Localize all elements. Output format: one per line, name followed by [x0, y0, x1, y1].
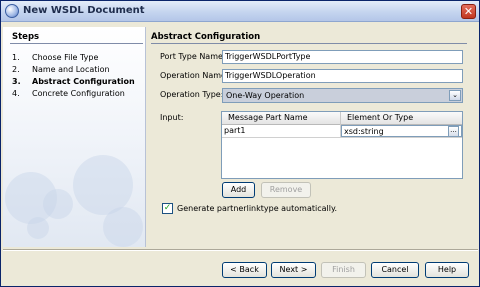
- step-label: Concrete Configuration: [32, 89, 125, 98]
- back-button[interactable]: < Back: [222, 262, 267, 278]
- wizard-window: New WSDL Document ✕ Steps 1. Choose File …: [0, 0, 480, 287]
- step-number: 3.: [12, 77, 21, 86]
- step-item-4: 4. Concrete Configuration: [12, 89, 125, 98]
- input-label: Input:: [160, 113, 184, 122]
- steps-panel: Steps 1. Choose File Type 2. Name and Loca…: [3, 27, 146, 247]
- steps-divider: [10, 43, 143, 44]
- remove-part-button[interactable]: Remove: [261, 182, 311, 198]
- column-header-element-type[interactable]: Element Or Type: [341, 112, 462, 125]
- add-part-button[interactable]: Add: [222, 182, 255, 198]
- operation-name-label: Operation Name:: [160, 71, 229, 80]
- port-type-input[interactable]: TriggerWSDLPortType: [222, 50, 463, 64]
- step-label: Name and Location: [32, 65, 110, 74]
- operation-type-label: Operation Type:: [160, 90, 224, 99]
- column-header-part-name[interactable]: Message Part Name: [222, 112, 341, 125]
- next-button[interactable]: Next >: [271, 262, 316, 278]
- step-number: 2.: [12, 65, 20, 74]
- decorative-bubble: [27, 217, 49, 239]
- table-header: Message Part Name Element Or Type: [222, 112, 462, 125]
- port-type-label: Port Type Name:: [160, 52, 226, 61]
- step-label: Choose File Type: [32, 53, 99, 62]
- table-row[interactable]: part1 xsd:string ...: [222, 125, 462, 138]
- decorative-bubble: [103, 207, 143, 247]
- decorative-bubble: [73, 155, 133, 215]
- finish-button[interactable]: Finish: [321, 262, 366, 278]
- steps-title: Steps: [12, 32, 40, 42]
- partnerlink-checkbox[interactable]: ✓: [162, 203, 173, 214]
- element-type-value: xsd:string: [344, 127, 384, 136]
- step-number: 4.: [12, 89, 20, 98]
- section-divider: [151, 43, 467, 44]
- step-item-3: 3. Abstract Configuration: [12, 77, 135, 86]
- operation-name-input[interactable]: TriggerWSDLOperation: [222, 69, 463, 83]
- configuration-panel: Abstract Configuration Port Type Name: T…: [151, 27, 469, 247]
- netbeans-icon: [5, 4, 19, 18]
- browse-type-button[interactable]: ...: [448, 126, 459, 136]
- message-parts-table: Message Part Name Element Or Type part1 …: [221, 111, 463, 179]
- close-icon: ✕: [463, 5, 474, 18]
- cancel-button[interactable]: Cancel: [371, 262, 419, 278]
- step-number: 1.: [12, 53, 20, 62]
- chevron-down-icon[interactable]: ⌄: [449, 90, 461, 101]
- step-item-1: 1. Choose File Type: [12, 53, 98, 62]
- decorative-bubble: [43, 189, 73, 219]
- element-type-cell[interactable]: xsd:string ...: [341, 125, 462, 137]
- footer-divider-highlight: [3, 250, 478, 251]
- close-button[interactable]: ✕: [461, 4, 476, 19]
- window-title: New WSDL Document: [23, 5, 145, 16]
- step-label: Abstract Configuration: [32, 77, 135, 86]
- partnerlink-checkbox-label[interactable]: Generate partnerlinktype automatically.: [177, 204, 337, 213]
- help-button[interactable]: Help: [425, 262, 469, 278]
- operation-type-select[interactable]: One-Way Operation ⌄: [222, 88, 463, 103]
- section-title: Abstract Configuration: [151, 32, 261, 42]
- operation-type-value: One-Way Operation: [226, 91, 305, 100]
- step-item-2: 2. Name and Location: [12, 65, 110, 74]
- check-icon: ✓: [163, 203, 172, 213]
- title-bar[interactable]: New WSDL Document ✕: [1, 1, 479, 22]
- part-name-cell[interactable]: part1: [222, 125, 341, 137]
